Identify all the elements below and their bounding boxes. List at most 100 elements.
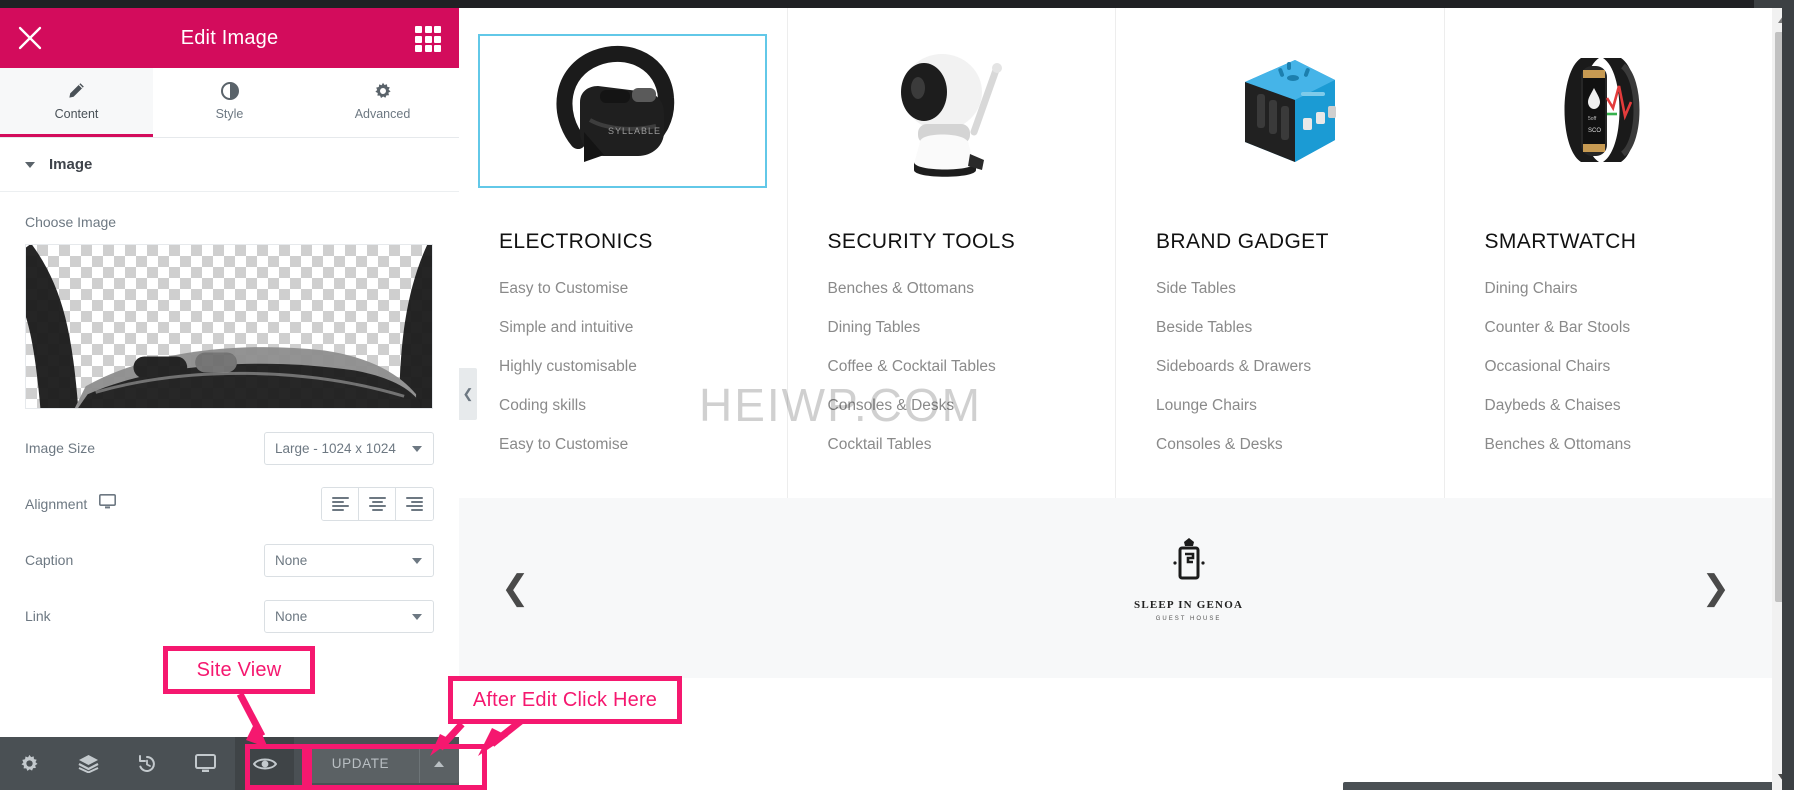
category-item[interactable]: Lounge Chairs — [1156, 397, 1444, 415]
image-size-select[interactable]: Large - 1024 x 1024 — [264, 431, 434, 465]
caption-row: Caption None — [25, 543, 434, 577]
panel-title: Edit Image — [180, 26, 279, 49]
elementor-editor-screen: SYLLABLE ELECTRONICS Easy to Customise S… — [0, 0, 1794, 790]
category-item[interactable]: Dining Chairs — [1485, 280, 1773, 298]
category-item[interactable]: Occasional Chairs — [1485, 358, 1773, 376]
category-item[interactable]: Easy to Customise — [499, 280, 787, 298]
category-item[interactable]: Consoles & Desks — [1156, 436, 1444, 454]
category-columns: SYLLABLE ELECTRONICS Easy to Customise S… — [459, 8, 1772, 498]
align-center-button[interactable] — [359, 488, 396, 520]
category-item[interactable]: Dining Tables — [828, 319, 1116, 337]
panel-collapse-handle[interactable]: ❮ — [459, 368, 477, 420]
category-item[interactable]: Beside Tables — [1156, 319, 1444, 337]
caption-label: Caption — [25, 552, 74, 568]
chevron-down-icon — [412, 613, 422, 620]
brand-logo-name: SLEEP IN GENOA — [1134, 599, 1244, 611]
caption-select[interactable]: None — [264, 543, 434, 577]
link-select[interactable]: None — [264, 599, 434, 633]
category-item[interactable]: Coding skills — [499, 397, 787, 415]
site-preview-canvas: SYLLABLE ELECTRONICS Easy to Customise S… — [459, 8, 1772, 790]
annotation-label: Site View — [196, 658, 282, 681]
tab-label: Content — [54, 106, 99, 121]
category-column-brand-gadget: BRAND GADGET Side Tables Beside Tables S… — [1116, 8, 1445, 498]
category-text-block: ELECTRONICS Easy to Customise Simple and… — [459, 230, 787, 475]
pencil-icon — [68, 82, 85, 100]
link-value: None — [275, 608, 308, 624]
category-item[interactable]: Counter & Bar Stools — [1485, 319, 1773, 337]
category-item[interactable]: Cocktail Tables — [828, 436, 1116, 454]
security-camera-image[interactable] — [809, 36, 1094, 186]
window-right-edge — [1782, 0, 1794, 790]
category-title: ELECTRONICS — [499, 230, 653, 253]
section-header-image[interactable]: Image — [0, 138, 459, 192]
bluetooth-earbud-image[interactable]: SYLLABLE — [478, 34, 768, 188]
tab-content[interactable]: Content — [0, 68, 153, 137]
category-item[interactable]: Daybeds & Chaises — [1485, 397, 1773, 415]
page-bottom-bar — [1343, 782, 1772, 790]
caption-value: None — [275, 552, 308, 568]
layers-icon[interactable] — [59, 737, 118, 790]
image-preview-thumbnail[interactable] — [25, 244, 433, 409]
section-title: Image — [49, 156, 93, 173]
chevron-down-icon — [412, 445, 422, 452]
svg-text:SCO: SCO — [1588, 128, 1601, 134]
brand-logo-sleep-in-genoa[interactable]: SLEEP IN GENOA GUEST HOUSE — [1134, 538, 1243, 622]
category-item[interactable]: Benches & Ottomans — [828, 280, 1116, 298]
svg-text:5off: 5off — [1588, 116, 1597, 122]
align-left-button[interactable] — [322, 488, 359, 520]
crown-monogram-icon — [1172, 538, 1205, 580]
chevron-down-icon — [25, 161, 35, 168]
panel-header: Edit Image — [0, 8, 459, 68]
svg-text:SYLLABLE: SYLLABLE — [608, 126, 661, 136]
annotation-highlight-eye — [245, 744, 307, 790]
category-item[interactable]: Consoles & Desks — [828, 397, 1116, 415]
tab-advanced[interactable]: Advanced — [306, 68, 459, 137]
desktop-icon[interactable] — [99, 494, 117, 514]
annotation-label: After Edit Click Here — [472, 688, 658, 711]
link-row: Link None — [25, 599, 434, 633]
annotation-site-view: Site View — [163, 646, 315, 694]
gear-icon[interactable] — [0, 737, 59, 790]
category-text-block: SECURITY TOOLS Benches & Ottomans Dining… — [788, 230, 1116, 475]
carousel-prev-icon[interactable]: ❮ — [501, 568, 530, 608]
panel-tabs: Content Style Advanced — [0, 68, 459, 138]
category-item[interactable]: Highly customisable — [499, 358, 787, 376]
category-column-electronics: SYLLABLE ELECTRONICS Easy to Customise S… — [459, 8, 788, 498]
gear-icon — [374, 82, 392, 100]
category-title: SMARTWATCH — [1484, 230, 1637, 253]
travel-adapter-image[interactable] — [1137, 36, 1422, 186]
tab-label: Style — [215, 106, 244, 121]
category-item[interactable]: Side Tables — [1156, 280, 1444, 298]
category-text-block: BRAND GADGET Side Tables Beside Tables S… — [1116, 230, 1444, 475]
category-item[interactable]: Easy to Customise — [499, 436, 787, 454]
apps-grid-icon[interactable] — [415, 26, 441, 52]
tab-label: Advanced — [354, 106, 411, 121]
image-size-value: Large - 1024 x 1024 — [275, 440, 396, 456]
panel-body: Choose Image Image Size Large - 1024 x 1… — [0, 192, 459, 633]
contrast-icon — [220, 81, 239, 100]
brand-logo-carousel: ❮ ❯ SLEEP IN GENOA GUEST HOUSE — [459, 498, 1772, 678]
category-item[interactable]: Coffee & Cocktail Tables — [828, 358, 1116, 376]
image-size-label: Image Size — [25, 440, 96, 456]
image-size-row: Image Size Large - 1024 x 1024 — [25, 431, 434, 465]
annotation-highlight-update — [307, 744, 487, 790]
desktop-icon[interactable] — [176, 737, 235, 790]
category-column-security-tools: SECURITY TOOLS Benches & Ottomans Dining… — [788, 8, 1116, 498]
category-column-smartwatch: 5off SCO SMARTWATCH Dining Chairs Counte… — [1445, 8, 1773, 498]
category-item[interactable]: Sideboards & Drawers — [1156, 358, 1444, 376]
history-icon[interactable] — [118, 737, 177, 790]
annotation-after-edit: After Edit Click Here — [448, 676, 682, 724]
carousel-next-icon[interactable]: ❯ — [1702, 568, 1731, 608]
category-item[interactable]: Simple and intuitive — [499, 319, 787, 337]
alignment-button-group — [321, 487, 434, 521]
alignment-row: Alignment — [25, 487, 434, 521]
brand-logo-subtitle: GUEST HOUSE — [1155, 616, 1222, 622]
category-item[interactable]: Benches & Ottomans — [1485, 436, 1773, 454]
alignment-label: Alignment — [25, 496, 88, 512]
category-text-block: SMARTWATCH Dining Chairs Counter & Bar S… — [1445, 230, 1773, 475]
tab-style[interactable]: Style — [153, 68, 306, 137]
align-right-button[interactable] — [396, 488, 433, 520]
chevron-down-icon — [412, 557, 422, 564]
browser-top-strip — [0, 0, 1794, 8]
fitness-band-image[interactable]: 5off SCO — [1466, 36, 1751, 186]
